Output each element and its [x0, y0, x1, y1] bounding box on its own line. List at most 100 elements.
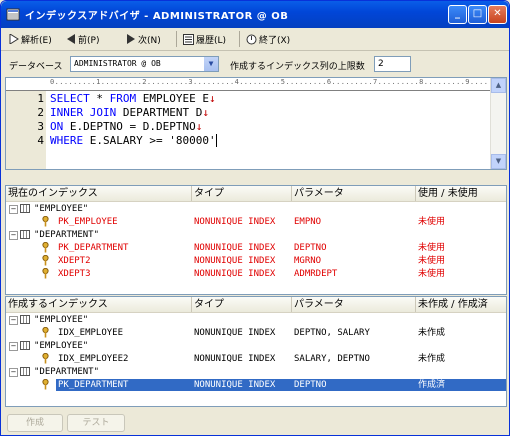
scroll-up-icon[interactable]: ▲: [491, 78, 506, 93]
index-status: 未作成: [418, 354, 446, 364]
code-text: *: [89, 92, 110, 105]
code-line: INNER JOIN DEPARTMENT D↓: [50, 106, 209, 119]
history-button[interactable]: 履歴(L): [183, 31, 226, 47]
table-name: "DEPARTMENT": [34, 230, 100, 240]
database-select[interactable]: ADMINISTRATOR @ OB ▼: [70, 56, 219, 72]
key-icon: [42, 255, 49, 266]
table-row[interactable]: IDX_EMPLOYEE2 NONUNIQUE INDEX SALARY, DE…: [6, 353, 506, 365]
table-row[interactable]: XDEPT3 NONUNIQUE INDEX ADMRDEPT 未使用: [6, 268, 506, 280]
code-line: WHERE E.SALARY >= '80000'​: [50, 134, 217, 147]
history-icon: [183, 33, 194, 45]
maximize-button[interactable]: □: [468, 5, 487, 24]
window-title: インデックスアドバイザ - ADMINISTRATOR @ OB: [25, 11, 289, 22]
history-label: 履歴(L): [196, 35, 227, 46]
minimize-button[interactable]: _: [448, 5, 467, 24]
collapse-icon[interactable]: −: [9, 342, 18, 351]
exit-label: 終了(X): [259, 35, 291, 46]
tree-group-row[interactable]: − "EMPLOYEE": [6, 340, 506, 352]
list-header: 現在のインデックス タイプ パラメータ 使用 / 未使用: [6, 186, 506, 202]
collapse-icon[interactable]: −: [9, 205, 18, 214]
close-button[interactable]: ✕: [488, 5, 507, 24]
index-param: ADMRDEPT: [294, 269, 338, 279]
chevron-down-icon[interactable]: ▼: [204, 57, 218, 71]
index-name: XDEPT2: [58, 256, 91, 266]
table-name: "DEPARTMENT": [34, 367, 100, 377]
index-param: DEPTNO, SALARY: [294, 328, 370, 338]
create-index-list[interactable]: 作成するインデックス タイプ パラメータ 未作成 / 作成済 − "EMPLOY…: [5, 296, 507, 407]
column-header[interactable]: 使用 / 未使用: [416, 186, 506, 201]
table-name: "EMPLOYEE": [34, 315, 89, 325]
table-icon: [20, 204, 30, 213]
column-header[interactable]: 作成するインデックス: [6, 297, 192, 312]
index-name: IDX_EMPLOYEE: [58, 328, 124, 338]
database-row: データベース ADMINISTRATOR @ OB ▼ 作成するインデックス列の…: [1, 53, 509, 75]
test-button[interactable]: テスト: [67, 414, 125, 432]
text-cursor: ​: [215, 134, 217, 147]
key-icon: [42, 216, 49, 227]
column-header[interactable]: タイプ: [192, 186, 292, 201]
collapse-icon[interactable]: −: [9, 368, 18, 377]
play-icon: [9, 34, 19, 44]
exit-button[interactable]: 終了(X): [246, 31, 290, 47]
index-status: 未使用: [418, 217, 446, 227]
analyze-button[interactable]: 解析(E): [9, 31, 52, 47]
collapse-icon[interactable]: −: [9, 316, 18, 325]
tree-group-row[interactable]: − "DEPARTMENT": [6, 366, 506, 378]
table-icon: [20, 315, 30, 324]
ruler-text: 0.........1.........2.........3.........…: [50, 78, 492, 86]
table-row-selected[interactable]: PK_DEPARTMENT NONUNIQUE INDEX DEPTNO 作成済: [56, 379, 506, 391]
prev-button[interactable]: 前(P): [66, 31, 99, 47]
line-number: 4: [37, 134, 44, 147]
tree-group-row[interactable]: − "DEPARTMENT": [6, 229, 506, 241]
table-name: "EMPLOYEE": [34, 341, 89, 351]
prev-label: 前(P): [78, 35, 100, 46]
code-line: ON E.DEPTNO = D.DEPTNO↓: [50, 120, 202, 133]
next-button[interactable]: 次(N): [126, 31, 161, 47]
line-number-gutter: 1 2 3 4: [6, 91, 46, 169]
database-label: データベース: [9, 62, 63, 72]
index-type: NONUNIQUE INDEX: [194, 256, 276, 266]
column-ruler: 0.........1.........2.........3.........…: [6, 78, 492, 91]
current-index-list[interactable]: 現在のインデックス タイプ パラメータ 使用 / 未使用 − "EMPLOYEE…: [5, 185, 507, 295]
index-name: PK_DEPARTMENT: [58, 380, 129, 390]
table-row[interactable]: PK_EMPLOYEE NONUNIQUE INDEX EMPNO 未使用: [6, 216, 506, 228]
toolbar-separator: [239, 31, 240, 47]
column-header[interactable]: パラメータ: [292, 297, 416, 312]
scroll-down-icon[interactable]: ▼: [491, 154, 506, 169]
sql-editor[interactable]: 0.........1.........2.........3.........…: [5, 77, 507, 170]
collapse-icon[interactable]: −: [9, 231, 18, 240]
forward-arrow-icon: [127, 34, 135, 44]
column-header[interactable]: 未作成 / 作成済: [416, 297, 506, 312]
index-name: IDX_EMPLOYEE2: [58, 354, 129, 364]
column-header[interactable]: 現在のインデックス: [6, 186, 192, 201]
index-limit-input[interactable]: 2: [374, 56, 411, 72]
newline-mark: ↓: [202, 106, 209, 119]
column-header[interactable]: パラメータ: [292, 186, 416, 201]
table-row[interactable]: PK_DEPARTMENT NONUNIQUE INDEX DEPTNO 未使用: [6, 242, 506, 254]
keyword: INNER JOIN: [50, 106, 117, 119]
column-header[interactable]: タイプ: [192, 297, 292, 312]
table-row[interactable]: IDX_EMPLOYEE NONUNIQUE INDEX DEPTNO, SAL…: [6, 327, 506, 339]
index-status: 未使用: [418, 256, 446, 266]
editor-scrollbar[interactable]: ▲ ▼: [490, 78, 506, 169]
key-icon: [42, 379, 49, 390]
tree-group-row[interactable]: − "EMPLOYEE": [6, 314, 506, 326]
index-param: MGRNO: [294, 256, 322, 266]
toolbar: 解析(E) 前(P) 次(N) 履歴(L) 終了(X): [1, 28, 509, 51]
index-status: 作成済: [418, 380, 446, 390]
newline-mark: ↓: [195, 120, 203, 133]
table-icon: [20, 230, 30, 239]
table-row[interactable]: XDEPT2 NONUNIQUE INDEX MGRNO 未使用: [6, 255, 506, 267]
index-type: NONUNIQUE INDEX: [194, 380, 276, 390]
title-bar[interactable]: インデックスアドバイザ - ADMINISTRATOR @ OB _ □ ✕: [1, 1, 509, 28]
key-icon: [42, 353, 49, 364]
create-button[interactable]: 作成: [7, 414, 63, 432]
index-type: NONUNIQUE INDEX: [194, 354, 276, 364]
index-status: 未使用: [418, 269, 446, 279]
back-arrow-icon: [67, 34, 75, 44]
index-limit-label: 作成するインデックス列の上限数: [230, 62, 365, 72]
key-icon: [42, 242, 49, 253]
tree-group-row[interactable]: − "EMPLOYEE": [6, 203, 506, 215]
table-icon: [20, 341, 30, 350]
index-param: DEPTNO: [294, 380, 327, 390]
